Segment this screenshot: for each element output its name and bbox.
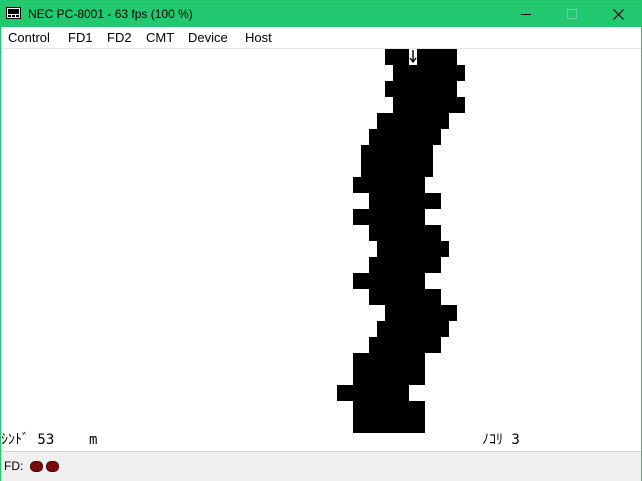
close-icon <box>612 8 624 20</box>
road <box>337 49 465 433</box>
emulator-screen[interactable]: ｼﾝﾄﾞ 53 m ﾉｺﾘ 3 <box>1 49 641 450</box>
down-arrow-car-icon <box>409 49 417 65</box>
fd1-indicator-icon <box>30 461 43 472</box>
minimize-button[interactable] <box>503 1 549 27</box>
emulator-window: NEC PC-8001 - 63 fps (100 %) Control FD1… <box>0 0 642 481</box>
menu-control[interactable]: Control <box>8 29 50 46</box>
menu-fd2[interactable]: FD2 <box>107 29 132 46</box>
menu-bar: Control FD1 FD2 CMT Device Host <box>1 27 641 49</box>
maximize-button[interactable] <box>549 1 595 27</box>
fd-status-label: FD: <box>4 459 24 473</box>
window-title: NEC PC-8001 - 63 fps (100 %) <box>28 7 193 21</box>
menu-cmt[interactable]: CMT <box>146 29 174 46</box>
remaining-lives: ﾉｺﾘ 3 <box>482 432 520 448</box>
maximize-icon <box>567 9 577 19</box>
menu-device[interactable]: Device <box>188 29 228 46</box>
status-bar: FD: <box>1 451 641 481</box>
depth-unit: m <box>89 432 98 448</box>
minimize-icon <box>521 14 531 15</box>
menu-host[interactable]: Host <box>245 29 272 46</box>
fd2-indicator-icon <box>46 461 59 472</box>
game-road-graphic <box>337 49 465 433</box>
menu-fd1[interactable]: FD1 <box>68 29 93 46</box>
close-button[interactable] <box>595 1 641 27</box>
depth-counter: ｼﾝﾄﾞ 53 <box>1 432 55 448</box>
app-computer-icon[interactable] <box>6 7 21 19</box>
title-bar[interactable]: NEC PC-8001 - 63 fps (100 %) <box>1 1 641 27</box>
